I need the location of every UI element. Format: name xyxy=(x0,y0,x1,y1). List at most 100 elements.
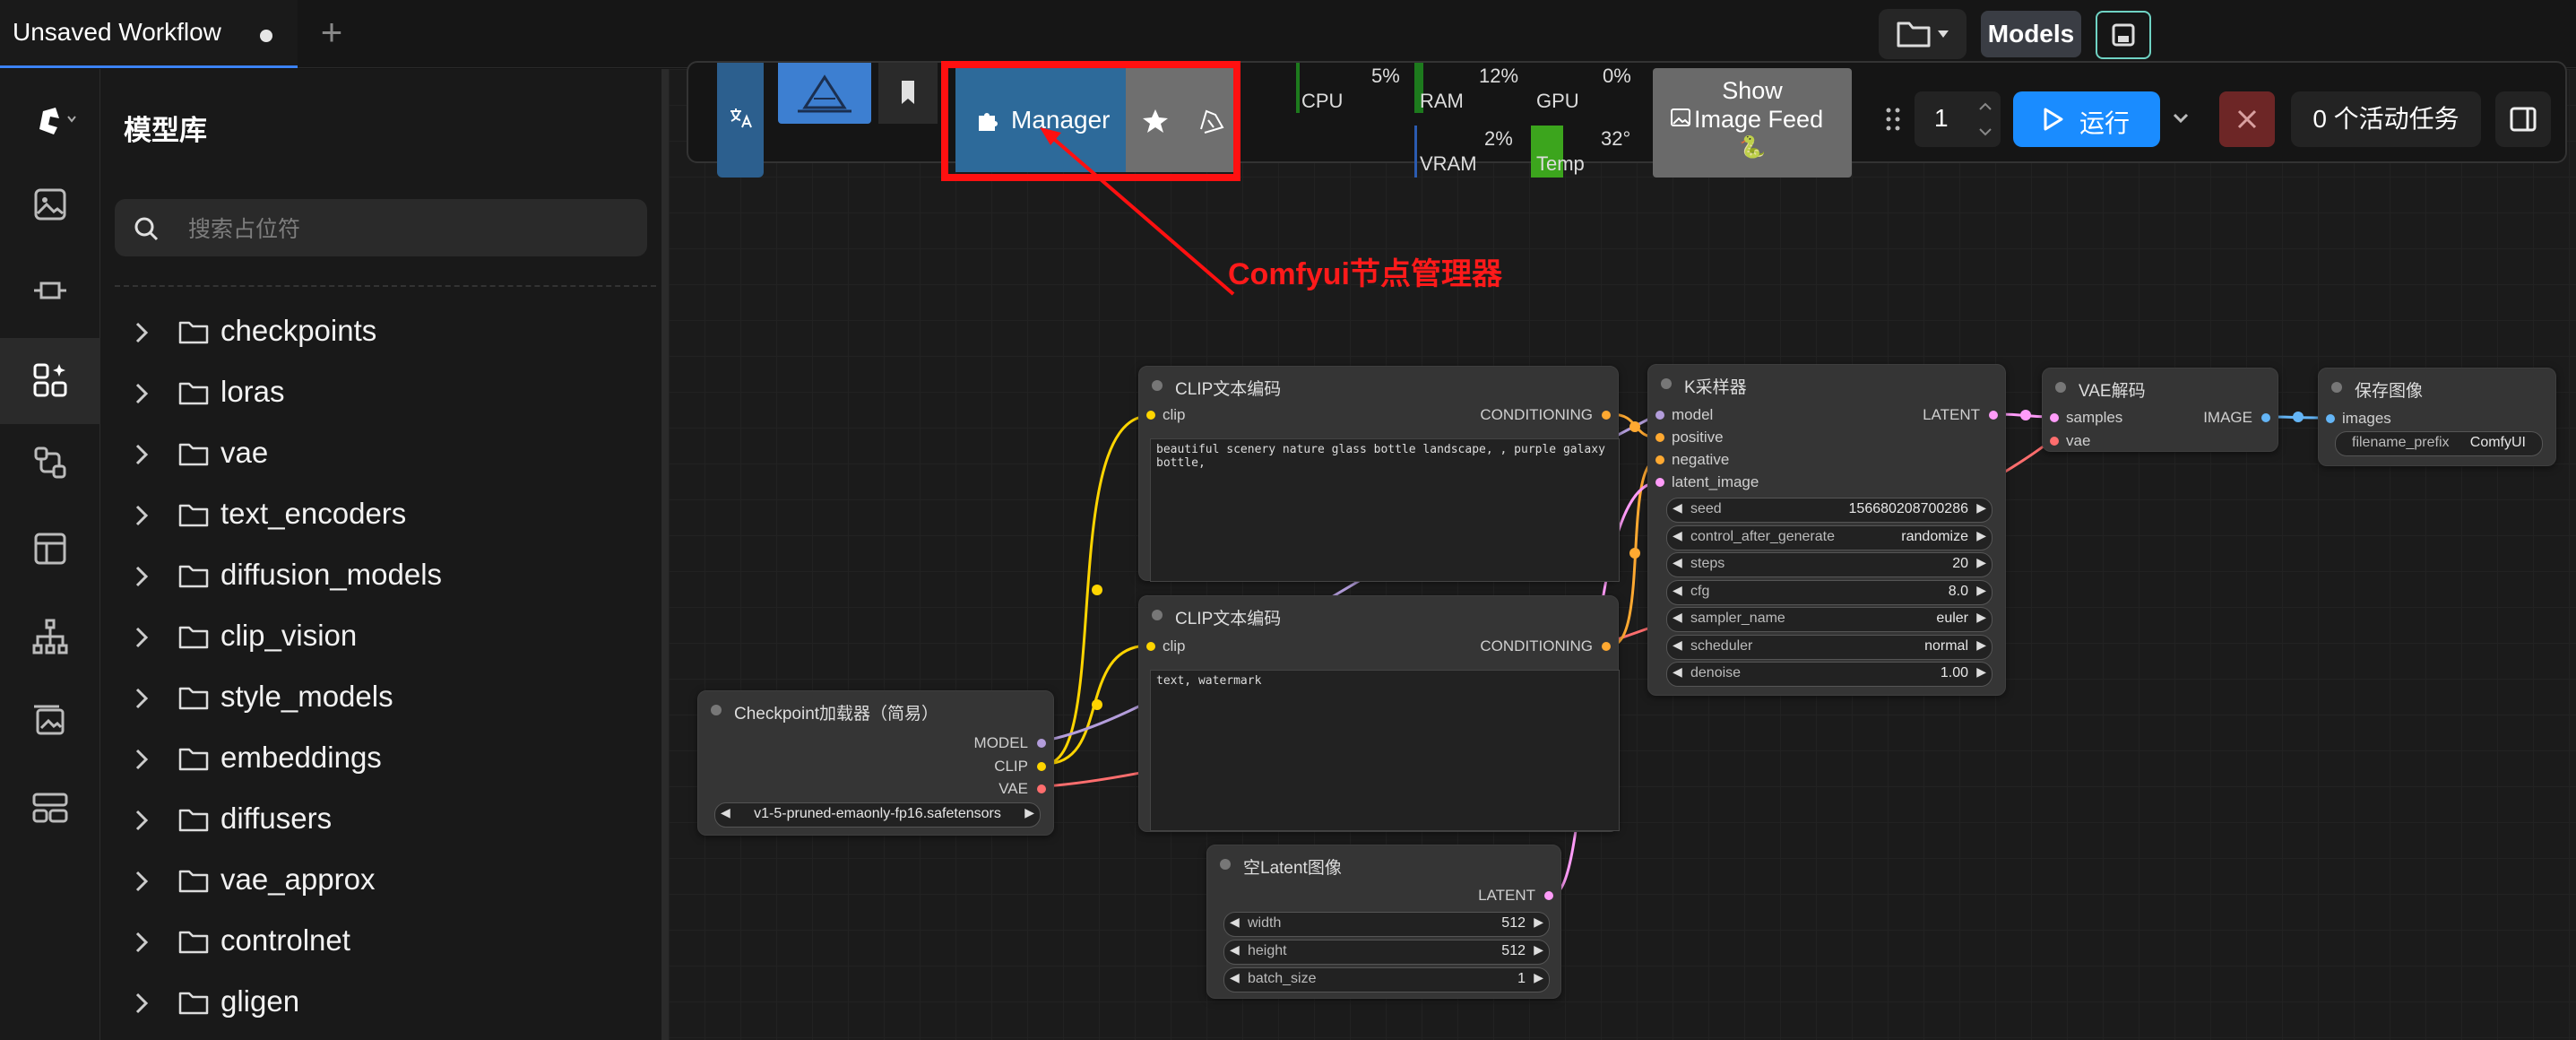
drag-handle[interactable] xyxy=(1884,106,1902,133)
active-jobs-button[interactable]: 0 个活动任务 xyxy=(2291,91,2481,147)
arrow-right-icon[interactable]: ▶ xyxy=(1976,637,1986,653)
checkpoint-loader-node[interactable]: Checkpoint加载器（简易） MODEL CLIP VAE ◀ v1-5-… xyxy=(697,690,1054,836)
clip-output-slot[interactable] xyxy=(1037,762,1046,771)
arrow-left-icon[interactable]: ◀ xyxy=(1673,555,1682,570)
sampler-name-widget[interactable]: ◀ sampler_name euler ▶ xyxy=(1666,607,1993,632)
arrow-right-icon[interactable]: ▶ xyxy=(1534,942,1543,958)
height-widget[interactable]: ◀ height 512 ▶ xyxy=(1223,940,1550,965)
node-collapse-dot[interactable] xyxy=(1220,859,1231,870)
widget-value: 156680208700286 xyxy=(1848,501,1968,516)
vram-value: 2% xyxy=(1484,127,1513,150)
arrow-left-icon[interactable]: ◀ xyxy=(1230,914,1240,930)
ksampler-node[interactable]: K采样器 LATENT model positive negative latent_… xyxy=(1647,364,2006,696)
image-icon xyxy=(1671,108,1690,126)
clip-input-label: clip xyxy=(1163,406,1186,423)
arrow-right-icon[interactable]: ▶ xyxy=(1976,583,1986,598)
chevron-down-icon xyxy=(2173,113,2189,124)
latent-output-slot[interactable] xyxy=(1544,891,1553,900)
vae-decode-node[interactable]: VAE解码 samples IMAGE vae xyxy=(2042,368,2278,452)
filename-prefix-field[interactable]: filename_prefix ComfyUI xyxy=(2335,431,2543,456)
steps-widget[interactable]: ◀ steps 20 ▶ xyxy=(1666,552,1993,577)
show-feed-line1: Show xyxy=(1722,77,1783,104)
filename-prefix-value: ComfyUI xyxy=(2469,435,2526,450)
arrow-left-icon[interactable]: ◀ xyxy=(1673,664,1682,680)
vae-output-slot[interactable] xyxy=(1037,784,1046,793)
cfg-widget[interactable]: ◀ cfg 8.0 ▶ xyxy=(1666,579,1993,605)
control-after-generate-widget[interactable]: ◀ control_after_generate randomize ▶ xyxy=(1666,524,1993,550)
clip-text-encode-positive-node[interactable]: CLIP文本编码 clip CONDITIONING beautiful sce… xyxy=(1138,366,1620,582)
latent-output-slot[interactable] xyxy=(1989,411,1998,420)
empty-latent-node[interactable]: 空Latent图像 LATENT ◀ width 512 ▶ ◀ height 512 ▶ ◀ b… xyxy=(1206,845,1561,999)
node-collapse-dot[interactable] xyxy=(1661,378,1672,389)
ram-label: RAM xyxy=(1420,90,1464,112)
arrow-right-icon[interactable]: ▶ xyxy=(1976,664,1986,680)
arrow-right-icon[interactable]: ▶ xyxy=(1534,914,1543,930)
node-collapse-dot[interactable] xyxy=(711,705,722,715)
run-button[interactable]: 运行 xyxy=(2013,91,2160,147)
node-collapse-dot[interactable] xyxy=(2055,382,2066,393)
widget-value: 1.00 xyxy=(1940,665,1968,680)
arrow-right-icon[interactable]: ▶ xyxy=(1976,528,1986,543)
cancel-run-button[interactable] xyxy=(2219,91,2275,147)
width-widget[interactable]: ◀ width 512 ▶ xyxy=(1223,912,1550,937)
show-image-feed-button[interactable]: Show Image Feed 🐍 xyxy=(1653,68,1852,178)
positive-input-slot[interactable] xyxy=(1655,433,1664,442)
clip-input-slot[interactable] xyxy=(1146,642,1155,651)
play-icon xyxy=(2044,108,2063,131)
prompt-textarea[interactable]: beautiful scenery nature glass bottle la… xyxy=(1150,438,1620,582)
save-image-node[interactable]: 保存图像 images filename_prefix ComfyUI xyxy=(2318,368,2556,466)
node-collapse-dot[interactable] xyxy=(1152,380,1163,391)
arrow-left-icon[interactable]: ◀ xyxy=(1673,610,1682,625)
clip-input-slot[interactable] xyxy=(1146,411,1155,420)
node-title: K采样器 xyxy=(1684,378,1747,397)
widget-value: 1 xyxy=(1517,971,1526,986)
scheduler-widget[interactable]: ◀ scheduler normal ▶ xyxy=(1666,634,1993,660)
ckpt-name-combo[interactable]: ◀ v1-5-pruned-emaonly-fp16.safetensors ▶ xyxy=(714,802,1041,828)
image-output-slot[interactable] xyxy=(2261,413,2270,422)
negative-input-slot[interactable] xyxy=(1655,455,1664,464)
conditioning-output-label: CONDITIONING xyxy=(1480,637,1593,654)
batch-size-widget[interactable]: ◀ batch_size 1 ▶ xyxy=(1223,967,1550,992)
samples-input-slot[interactable] xyxy=(2050,413,2059,422)
widget-value: 512 xyxy=(1501,943,1526,958)
widget-value: randomize xyxy=(1901,528,1968,544)
temp-label: Temp xyxy=(1536,152,1585,175)
conditioning-output-slot[interactable] xyxy=(1602,411,1611,420)
arrow-left-icon[interactable]: ◀ xyxy=(1673,637,1682,653)
batch-count-value: 1 xyxy=(1934,104,1949,132)
arrow-left-icon[interactable]: ◀ xyxy=(1230,942,1240,958)
stepper-icon[interactable] xyxy=(1977,99,1993,140)
node-title: CLIP文本编码 xyxy=(1175,380,1282,399)
denoise-widget[interactable]: ◀ denoise 1.00 ▶ xyxy=(1666,662,1993,687)
model-output-label: MODEL xyxy=(973,734,1028,751)
negative-input-label: negative xyxy=(1672,451,1730,468)
widget-label: control_after_generate xyxy=(1690,528,1835,544)
arrow-left-icon[interactable]: ◀ xyxy=(1230,970,1240,985)
arrow-left-icon[interactable]: ◀ xyxy=(1673,528,1682,543)
arrow-right-icon[interactable]: ▶ xyxy=(1976,500,1986,516)
manager-annotation-text: Comfyui节点管理器 xyxy=(1228,257,1502,291)
model-input-slot[interactable] xyxy=(1655,411,1664,420)
vae-input-slot[interactable] xyxy=(2050,437,2059,446)
seed-widget[interactable]: ◀ seed 156680208700286 ▶ xyxy=(1666,498,1993,523)
arrow-right-icon[interactable]: ▶ xyxy=(1534,970,1543,985)
latent_image-input-slot[interactable] xyxy=(1655,478,1664,487)
widget-label: scheduler xyxy=(1690,637,1753,654)
arrow-right-icon[interactable]: ▶ xyxy=(1024,805,1034,820)
run-options-dropdown[interactable] xyxy=(2160,91,2201,147)
arrow-left-icon[interactable]: ◀ xyxy=(1673,583,1682,598)
arrow-right-icon[interactable]: ▶ xyxy=(1976,555,1986,570)
conditioning-output-slot[interactable] xyxy=(1602,642,1611,651)
arrow-left-icon[interactable]: ◀ xyxy=(1673,500,1682,516)
vram-bar xyxy=(1414,126,1417,178)
batch-count-input[interactable]: 1 xyxy=(1915,91,2001,147)
node-collapse-dot[interactable] xyxy=(2331,382,2342,393)
arrow-right-icon[interactable]: ▶ xyxy=(1976,610,1986,625)
model-output-slot[interactable] xyxy=(1037,739,1046,748)
node-title: VAE解码 xyxy=(2079,382,2146,401)
prompt-textarea[interactable]: text, watermark xyxy=(1150,670,1620,831)
clip-text-encode-negative-node[interactable]: CLIP文本编码 clip CONDITIONING text, waterma… xyxy=(1138,595,1620,832)
images-input-slot[interactable] xyxy=(2326,414,2335,423)
node-collapse-dot[interactable] xyxy=(1152,610,1163,620)
toggle-panel-button[interactable] xyxy=(2495,91,2551,147)
